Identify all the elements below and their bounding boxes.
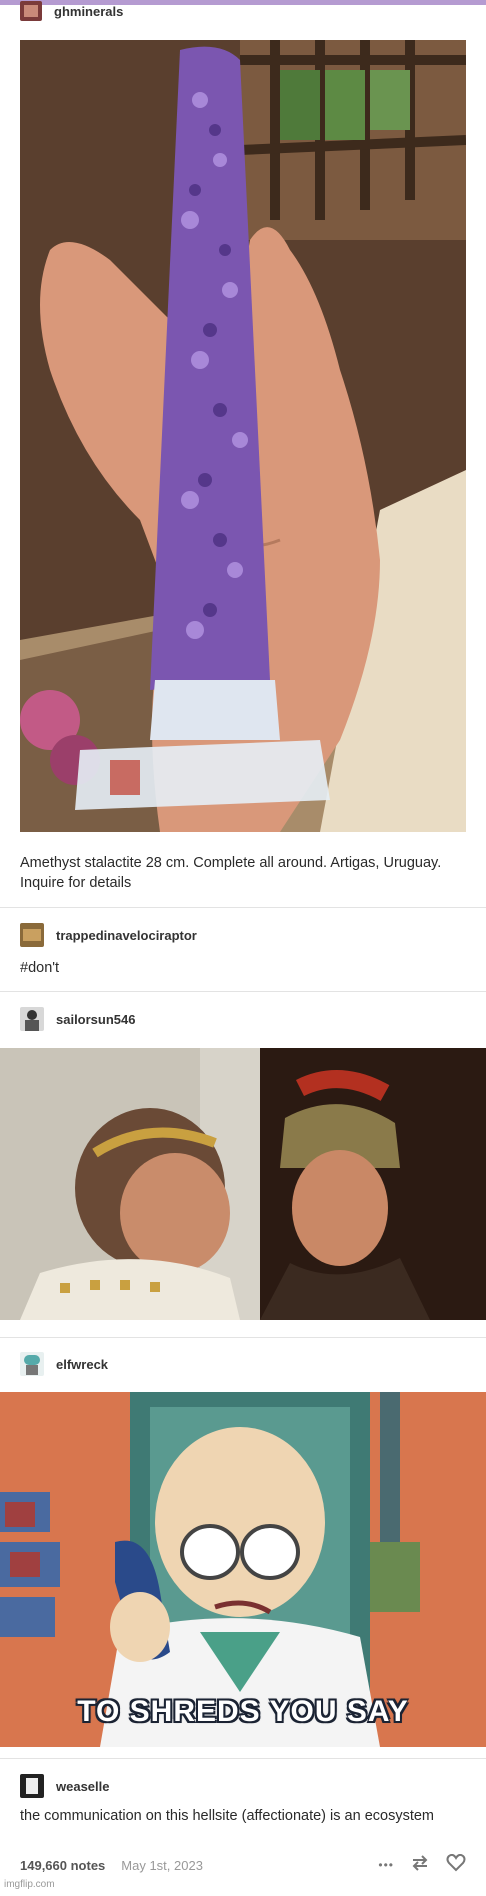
post-date[interactable]: May 1st, 2023	[121, 1858, 203, 1873]
avatar[interactable]	[20, 1352, 44, 1376]
post-header-sailorsun546: sailorsun546	[20, 1007, 136, 1031]
roman-scene-image	[0, 1048, 486, 1320]
username[interactable]: sailorsun546	[56, 1012, 136, 1027]
divider	[0, 1758, 486, 1759]
post-header-ghminerals: ghminerals	[20, 1, 123, 21]
notes-count[interactable]: 149,660 notes	[20, 1858, 105, 1873]
divider	[0, 991, 486, 992]
avatar[interactable]	[20, 1774, 44, 1798]
username[interactable]: weaselle	[56, 1779, 110, 1794]
amethyst-photo	[20, 40, 466, 832]
post-header-weaselle: weaselle	[20, 1774, 110, 1798]
more-options-icon[interactable]: •••	[378, 1858, 394, 1872]
avatar[interactable]	[20, 1, 42, 21]
post-footer: 149,660 notes May 1st, 2023 •••	[20, 1853, 466, 1877]
avatar[interactable]	[20, 1007, 44, 1031]
post-caption: Amethyst stalactite 28 cm. Complete all …	[20, 855, 442, 891]
post-header-trappedinavelociraptor: trappedinavelociraptor	[20, 923, 197, 947]
username[interactable]: elfwreck	[56, 1357, 108, 1372]
like-heart-icon[interactable]	[446, 1853, 466, 1877]
post-caption: #don't	[20, 960, 60, 976]
avatar[interactable]	[20, 923, 44, 947]
username[interactable]: trappedinavelociraptor	[56, 928, 197, 943]
imgflip-watermark: imgflip.com	[4, 1879, 55, 1890]
divider	[0, 1337, 486, 1338]
post-header-elfwreck: elfwreck	[20, 1352, 108, 1376]
post-caption: the communication on this hellsite (affe…	[20, 1808, 434, 1824]
farnsworth-meme-image	[0, 1392, 486, 1747]
post-actions: •••	[378, 1853, 466, 1877]
meme-caption-text: TO SHREDS YOU SAY	[77, 1695, 409, 1728]
divider	[0, 907, 486, 908]
reblog-icon[interactable]	[410, 1854, 430, 1877]
username[interactable]: ghminerals	[54, 4, 123, 19]
